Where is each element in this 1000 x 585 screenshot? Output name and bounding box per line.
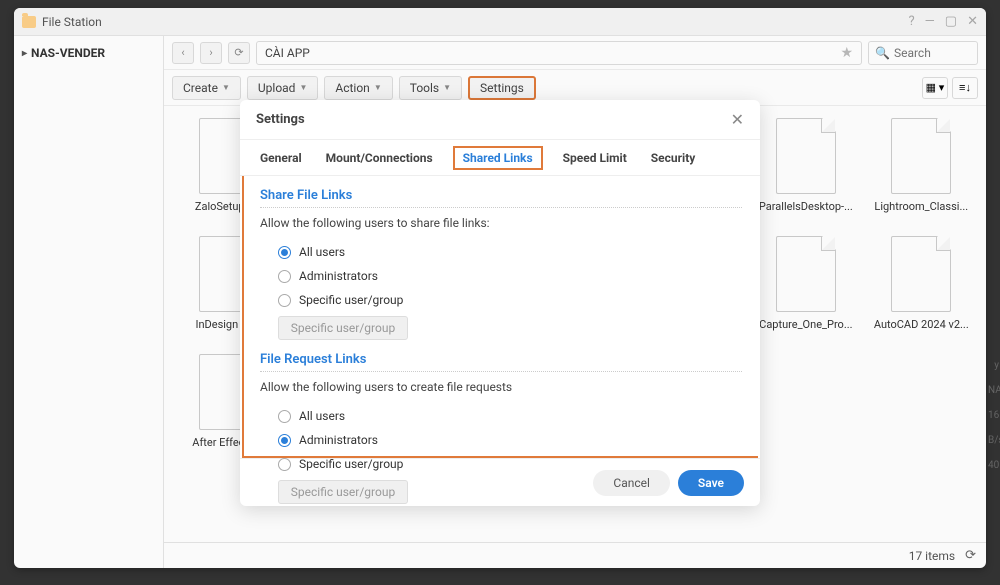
radio-request-admins[interactable]: Administrators	[260, 428, 742, 452]
section-share-desc: Allow the following users to share file …	[260, 216, 742, 230]
radio-icon	[278, 410, 291, 423]
radio-icon	[278, 434, 291, 447]
radio-label: Administrators	[299, 269, 378, 283]
radio-label: Specific user/group	[299, 293, 403, 307]
tab-speed-limit[interactable]: Speed Limit	[559, 146, 631, 170]
radio-label: All users	[299, 409, 345, 423]
tab-security[interactable]: Security	[647, 146, 700, 170]
modal-tabs: General Mount/Connections Shared Links S…	[240, 140, 760, 176]
section-share-title: Share File Links	[260, 188, 742, 208]
modal-body: Share File Links Allow the following use…	[242, 176, 758, 458]
settings-modal: Settings ✕ General Mount/Connections Sha…	[240, 100, 760, 506]
radio-request-all[interactable]: All users	[260, 404, 742, 428]
radio-share-all[interactable]: All users	[260, 240, 742, 264]
modal-header: Settings ✕	[240, 100, 760, 140]
tab-general[interactable]: General	[256, 146, 306, 170]
tab-shared-links[interactable]: Shared Links	[453, 146, 543, 170]
radio-label: Administrators	[299, 433, 378, 447]
modal-close-icon[interactable]: ✕	[731, 110, 744, 129]
radio-share-admins[interactable]: Administrators	[260, 264, 742, 288]
radio-request-specific[interactable]: Specific user/group	[260, 452, 742, 476]
radio-icon	[278, 246, 291, 259]
specific-user-button-1: Specific user/group	[278, 316, 408, 340]
radio-icon	[278, 458, 291, 471]
modal-title: Settings	[256, 112, 731, 127]
radio-icon	[278, 294, 291, 307]
radio-icon	[278, 270, 291, 283]
specific-user-button-2: Specific user/group	[278, 480, 408, 504]
radio-share-specific[interactable]: Specific user/group	[260, 288, 742, 312]
radio-label: Specific user/group	[299, 457, 403, 471]
tab-mount[interactable]: Mount/Connections	[322, 146, 437, 170]
section-request-desc: Allow the following users to create file…	[260, 380, 742, 394]
section-request-title: File Request Links	[260, 352, 742, 372]
modal-overlay: Settings ✕ General Mount/Connections Sha…	[0, 0, 1000, 585]
radio-label: All users	[299, 245, 345, 259]
